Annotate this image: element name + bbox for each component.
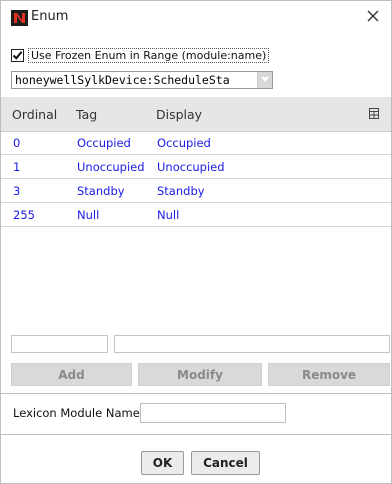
enum-dialog: Enum Use Frozen Enum in Range (module:na…	[0, 0, 392, 484]
divider	[1, 434, 391, 435]
add-button[interactable]: Add	[11, 363, 132, 386]
remove-button[interactable]: Remove	[268, 363, 390, 386]
cell-tag: Standby	[77, 184, 125, 198]
ok-button[interactable]: OK	[141, 451, 184, 475]
divider	[1, 393, 391, 394]
dropdown-arrow[interactable]	[257, 72, 272, 88]
modify-button[interactable]: Modify	[138, 363, 262, 386]
table-header: Ordinal Tag Display	[1, 97, 391, 132]
tag-input[interactable]	[114, 335, 390, 353]
cell-display: Occupied	[157, 136, 211, 150]
title-bar[interactable]: Enum	[1, 1, 391, 33]
ordinal-input[interactable]	[11, 335, 108, 353]
cancel-button[interactable]: Cancel	[191, 451, 260, 475]
modify-button-label: Modify	[177, 367, 223, 382]
cell-tag: Null	[77, 208, 100, 222]
table-row[interactable]: 255 Null Null	[1, 203, 391, 227]
table-row[interactable]: 1 Unoccupied Unoccupied	[1, 155, 391, 179]
frozen-enum-select[interactable]: honeywellSylkDevice:ScheduleSta	[11, 71, 273, 89]
checkmark-icon	[12, 50, 23, 60]
cell-ordinal: 1	[13, 160, 21, 174]
remove-button-label: Remove	[301, 367, 357, 382]
table-row[interactable]: 3 Standby Standby	[1, 179, 391, 203]
enum-table: Ordinal Tag Display 0 Occupied Occupied …	[1, 97, 391, 327]
column-header-display[interactable]: Display	[156, 107, 202, 122]
cell-display: Unoccupied	[157, 160, 225, 174]
cancel-button-label: Cancel	[203, 456, 248, 470]
lexicon-module-label: Lexicon Module Name	[13, 406, 140, 420]
niagara-n-icon	[11, 10, 28, 26]
frozen-enum-select-value: honeywellSylkDevice:ScheduleSta	[15, 73, 230, 87]
table-row[interactable]: 0 Occupied Occupied	[1, 131, 391, 155]
frozen-enum-option[interactable]: Use Frozen Enum in Range (module:name)	[11, 47, 270, 63]
cell-ordinal: 255	[13, 208, 35, 222]
cell-display: Standby	[157, 184, 205, 198]
cell-display: Null	[157, 208, 180, 222]
column-header-tag[interactable]: Tag	[76, 107, 97, 122]
cell-ordinal: 3	[13, 184, 21, 198]
close-icon	[367, 10, 379, 22]
chevron-down-icon	[261, 77, 269, 82]
close-button[interactable]	[363, 6, 383, 26]
cell-ordinal: 0	[13, 136, 21, 150]
add-button-label: Add	[58, 367, 85, 382]
ok-button-label: OK	[152, 456, 173, 470]
window-title: Enum	[31, 9, 69, 24]
lexicon-module-input[interactable]	[140, 403, 286, 423]
cell-tag: Occupied	[77, 136, 131, 150]
column-header-ordinal[interactable]: Ordinal	[12, 107, 57, 122]
frozen-enum-checkbox[interactable]	[11, 48, 24, 62]
cell-tag: Unoccupied	[77, 160, 145, 174]
column-chooser-icon[interactable]	[369, 108, 379, 119]
frozen-enum-label[interactable]: Use Frozen Enum in Range (module:name)	[28, 47, 270, 63]
